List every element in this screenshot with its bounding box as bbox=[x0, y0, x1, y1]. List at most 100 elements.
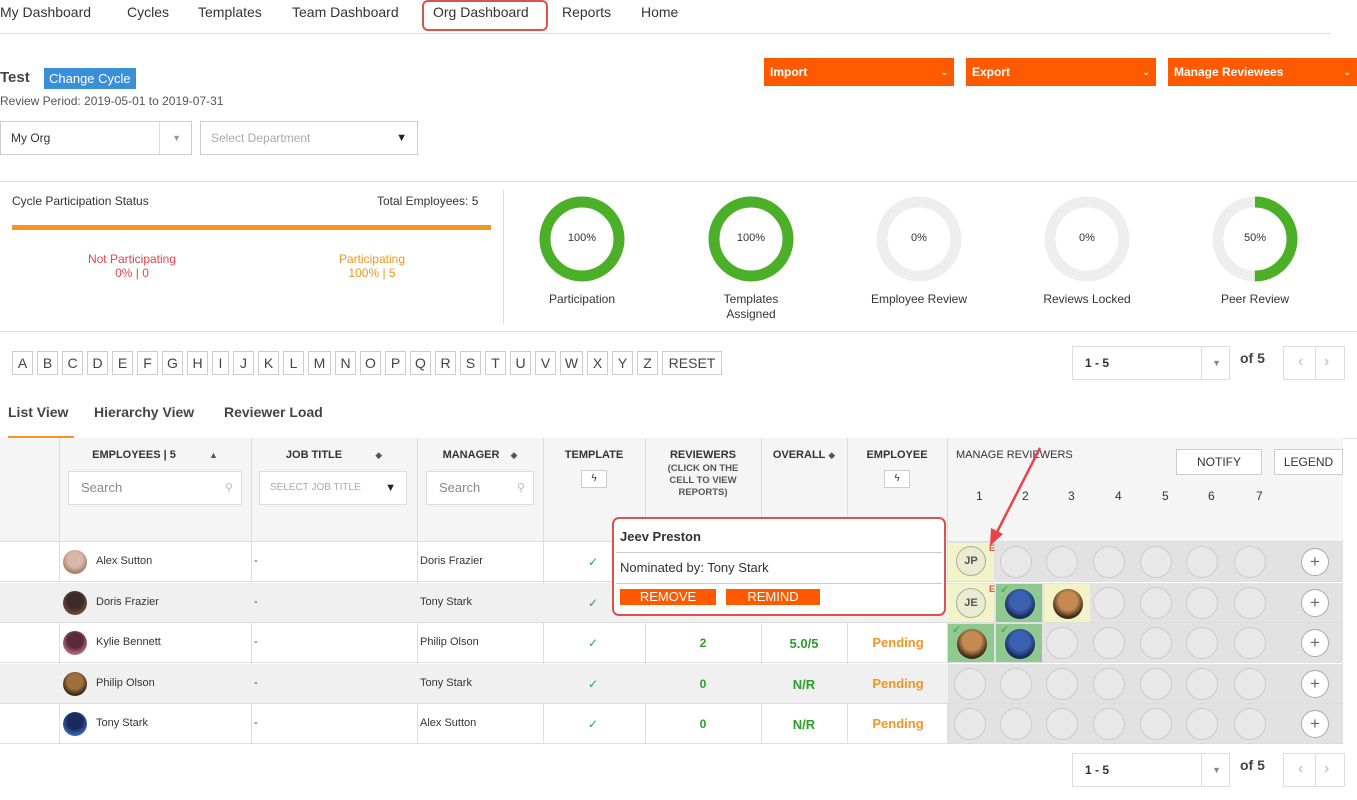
alpha-filter-m[interactable]: M bbox=[308, 351, 331, 375]
alpha-filter-b[interactable]: B bbox=[37, 351, 58, 375]
nav-team-dashboard[interactable]: Team Dashboard bbox=[292, 4, 399, 20]
alpha-filter-o[interactable]: O bbox=[360, 351, 381, 375]
reviewer-avatar[interactable] bbox=[957, 629, 987, 659]
reviewers-count[interactable]: 2 bbox=[646, 636, 760, 650]
nav-cycles[interactable]: Cycles bbox=[127, 4, 169, 20]
reviewer-slot[interactable] bbox=[1046, 546, 1078, 578]
tab-reviewer-load[interactable]: Reviewer Load bbox=[224, 404, 323, 420]
legend-button[interactable]: LEGEND bbox=[1274, 449, 1343, 475]
template-bolt-icon[interactable]: ϟ bbox=[581, 470, 607, 488]
reviewer-slot[interactable] bbox=[1140, 546, 1172, 578]
add-reviewer-icon[interactable]: + bbox=[1301, 629, 1329, 657]
reviewer-slot[interactable] bbox=[1186, 546, 1218, 578]
reviewer-slot[interactable] bbox=[1186, 587, 1218, 619]
col-manager[interactable]: MANAGER ◆ bbox=[418, 449, 542, 461]
manager-search-input[interactable]: Search ⚲ bbox=[426, 471, 534, 505]
employee-name[interactable]: Tony Stark bbox=[96, 717, 148, 729]
nav-my-dashboard[interactable]: My Dashboard bbox=[0, 4, 91, 20]
alpha-filter-w[interactable]: W bbox=[560, 351, 583, 375]
page-range-select-bottom[interactable]: 1 - 5 ▼ bbox=[1072, 753, 1230, 787]
reviewer-slot[interactable] bbox=[1000, 546, 1032, 578]
alpha-filter-i[interactable]: I bbox=[212, 351, 229, 375]
reviewer-slot[interactable] bbox=[1186, 708, 1218, 740]
reviewer-slot[interactable] bbox=[1234, 708, 1266, 740]
reviewer-slot[interactable] bbox=[1234, 546, 1266, 578]
tab-hierarchy-view[interactable]: Hierarchy View bbox=[94, 404, 194, 420]
job-title-select[interactable]: SELECT JOB TITLE ▼ bbox=[259, 471, 407, 505]
external-flag[interactable]: E bbox=[989, 584, 995, 594]
reviewer-slot[interactable] bbox=[1046, 627, 1078, 659]
reviewer-done-check-icon[interactable]: ✓ bbox=[1000, 623, 1009, 636]
col-employees[interactable]: EMPLOYEES | 5 ▲ bbox=[60, 449, 250, 461]
reviewer-avatar[interactable] bbox=[1005, 629, 1035, 659]
alpha-filter-u[interactable]: U bbox=[510, 351, 531, 375]
reviewer-slot[interactable] bbox=[1093, 668, 1125, 700]
reviewer-initials-jp[interactable]: JP bbox=[956, 546, 986, 576]
employee-name[interactable]: Doris Frazier bbox=[96, 596, 159, 608]
reviewer-slot[interactable] bbox=[1140, 627, 1172, 659]
reviewer-slot[interactable] bbox=[1140, 708, 1172, 740]
alpha-filter-p[interactable]: P bbox=[385, 351, 406, 375]
alpha-filter-g[interactable]: G bbox=[162, 351, 183, 375]
alpha-filter-n[interactable]: N bbox=[335, 351, 356, 375]
prev-page-icon[interactable]: ‹ bbox=[1298, 353, 1303, 371]
alpha-filter-d[interactable]: D bbox=[87, 351, 108, 375]
col-job-title[interactable]: JOB TITLE ◆ bbox=[252, 449, 416, 461]
reviewers-count[interactable]: 0 bbox=[646, 717, 760, 731]
department-select[interactable]: Select Department ▼ bbox=[200, 121, 418, 155]
alpha-filter-y[interactable]: Y bbox=[612, 351, 633, 375]
reviewer-slot[interactable] bbox=[1093, 627, 1125, 659]
alpha-filter-j[interactable]: J bbox=[233, 351, 254, 375]
reviewer-done-check-icon[interactable]: ✓ bbox=[1000, 583, 1009, 596]
remove-button[interactable]: REMOVE bbox=[620, 589, 716, 605]
reviewer-slot[interactable] bbox=[1000, 668, 1032, 700]
reviewer-slot[interactable] bbox=[1186, 627, 1218, 659]
alpha-filter-h[interactable]: H bbox=[187, 351, 208, 375]
tab-list-view[interactable]: List View bbox=[8, 404, 68, 420]
alpha-filter-e[interactable]: E bbox=[112, 351, 133, 375]
reviewer-slot[interactable] bbox=[1140, 587, 1172, 619]
page-range-select[interactable]: 1 - 5 ▼ bbox=[1072, 346, 1230, 380]
alpha-filter-r[interactable]: R bbox=[435, 351, 456, 375]
alpha-filter-t[interactable]: T bbox=[485, 351, 506, 375]
remind-button[interactable]: REMIND bbox=[726, 589, 820, 605]
next-page-icon[interactable]: › bbox=[1324, 760, 1329, 778]
reviewer-slot[interactable] bbox=[1000, 708, 1032, 740]
reviewer-done-check-icon[interactable]: ✓ bbox=[952, 623, 961, 636]
reviewer-slot[interactable] bbox=[1093, 708, 1125, 740]
nav-home[interactable]: Home bbox=[641, 4, 678, 20]
add-reviewer-icon[interactable]: + bbox=[1301, 548, 1329, 576]
change-cycle-button[interactable]: Change Cycle bbox=[44, 68, 136, 89]
alpha-filter-a[interactable]: A bbox=[12, 351, 33, 375]
alpha-filter-q[interactable]: Q bbox=[410, 351, 431, 375]
add-reviewer-icon[interactable]: + bbox=[1301, 670, 1329, 698]
reviewers-count[interactable]: 0 bbox=[646, 677, 760, 691]
export-dropdown[interactable]: Export ⌄ bbox=[966, 58, 1156, 86]
org-select[interactable]: My Org ▼ bbox=[0, 121, 192, 155]
alpha-filter-v[interactable]: V bbox=[535, 351, 556, 375]
import-dropdown[interactable]: Import ⌄ bbox=[764, 58, 954, 86]
alpha-filter-f[interactable]: F bbox=[137, 351, 158, 375]
reviewer-avatar[interactable] bbox=[1005, 589, 1035, 619]
alpha-filter-c[interactable]: C bbox=[62, 351, 83, 375]
alpha-filter-reset[interactable]: RESET bbox=[662, 351, 722, 375]
col-overall[interactable]: OVERALL ◆ bbox=[762, 449, 846, 461]
reviewer-slot[interactable] bbox=[1234, 668, 1266, 700]
alpha-filter-k[interactable]: K bbox=[258, 351, 279, 375]
reviewer-slot[interactable] bbox=[1093, 546, 1125, 578]
alpha-filter-z[interactable]: Z bbox=[637, 351, 658, 375]
reviewer-slot[interactable] bbox=[1046, 708, 1078, 740]
nav-templates[interactable]: Templates bbox=[198, 4, 262, 20]
external-flag[interactable]: E bbox=[989, 543, 995, 553]
reviewer-slot[interactable] bbox=[1093, 587, 1125, 619]
reviewer-avatar[interactable] bbox=[1053, 589, 1083, 619]
employee-name[interactable]: Kylie Bennett bbox=[96, 636, 161, 648]
prev-page-icon[interactable]: ‹ bbox=[1298, 760, 1303, 778]
next-page-icon[interactable]: › bbox=[1324, 353, 1329, 371]
reviewer-slot[interactable] bbox=[1234, 627, 1266, 659]
reviewer-slot[interactable] bbox=[1046, 668, 1078, 700]
add-reviewer-icon[interactable]: + bbox=[1301, 589, 1329, 617]
reviewer-slot[interactable] bbox=[1234, 587, 1266, 619]
reviewer-initials-je[interactable]: JE bbox=[956, 588, 986, 618]
add-reviewer-icon[interactable]: + bbox=[1301, 710, 1329, 738]
